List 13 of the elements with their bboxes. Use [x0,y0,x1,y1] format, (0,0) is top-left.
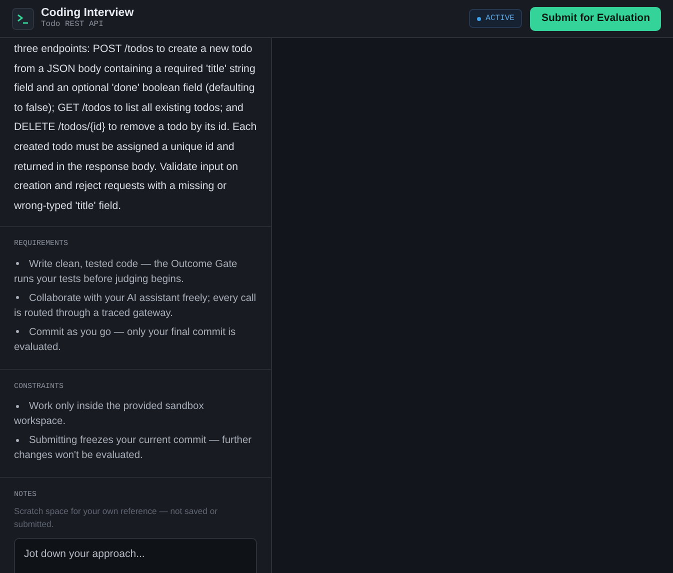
description-text: three endpoints: POST /todos to create a new todo from a JSON body containing a required 'title' string field and an optional 'done' boolean field (defaulting to false); GET /todos to list all existing todos; and DELETE /todos/{id} to remove a todo by its id. Each created todo must be assigned a unique id and returned in the response body. Validate input on creation and reject requests with a missing or wrong-typed 'title' field. [14,42,257,214]
list-item: Submitting freezes your current commit — further changes won't be evaluated. [14,434,253,464]
status-label: ACTIVE [486,12,514,24]
list-item: Work only inside the provided sandbox workspace. [14,400,205,430]
list-item: Write clean, tested code — the Outcome Gate runs your tests before judging begins. [14,258,238,288]
app-subtitle: Todo REST API [41,21,104,30]
submit-button[interactable]: Submit for Evaluation [530,6,661,30]
app-title: Coding Interview [41,8,134,20]
list-item: Commit as you go — only your final commit is evaluated. [14,326,237,356]
terminal-icon [12,8,34,30]
list-item: Collaborate with your AI assistant freely; every call is routed through a traced gateway. [14,292,257,322]
notes-hint: Scratch space for your own reference — not saved or submitted. [14,505,218,532]
notes-field[interactable]: Jot down your approach... [14,538,257,573]
